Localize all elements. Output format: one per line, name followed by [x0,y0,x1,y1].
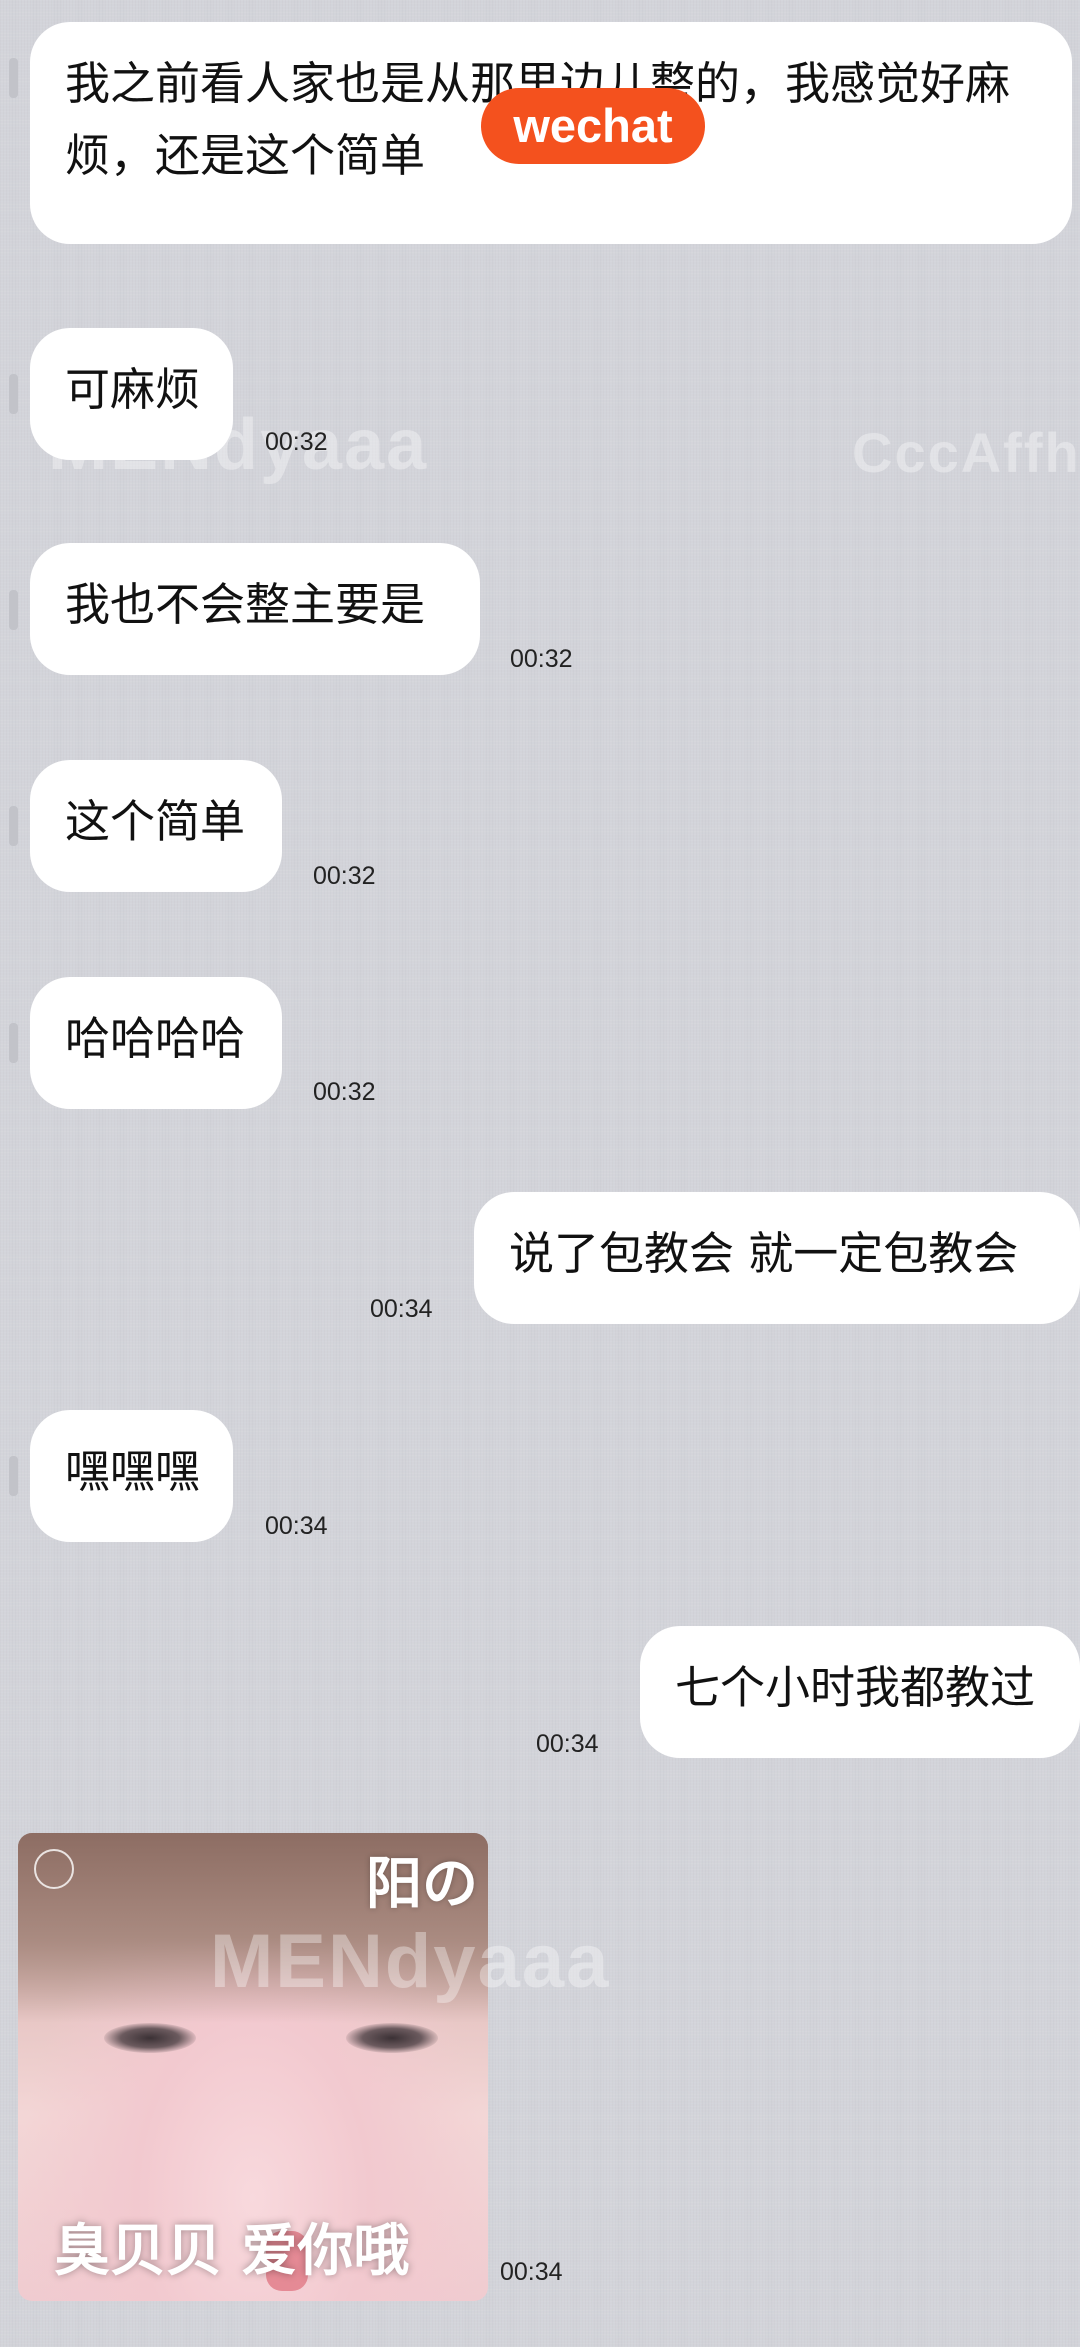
message-timestamp: 00:34 [370,1295,433,1323]
wechat-badge: wechat [481,88,705,164]
avatar-tab [9,806,18,846]
avatar-tab [9,1023,18,1063]
message-timestamp: 00:34 [536,1730,599,1758]
message-text: 这个简单 [65,795,246,848]
message-timestamp: 00:34 [500,2258,563,2286]
message-bubble-received[interactable]: 嘿嘿嘿 [30,1410,233,1542]
message-text: 嘿嘿嘿 [65,1445,201,1498]
avatar-tab [9,374,18,414]
avatar-tab [9,58,18,98]
watermark-text: CccAffhg [852,421,1080,484]
message-text: 说了包教会 就一定包教会 [509,1227,1019,1280]
message-timestamp: 00:32 [510,645,573,673]
message-text: 哈哈哈哈 [65,1012,246,1065]
sticker-caption: 臭贝贝 爱你哦 [54,2219,410,2284]
message-bubble-received[interactable]: 这个简单 [30,760,282,892]
message-text: 七个小时我都教过 [675,1661,1036,1714]
message-timestamp: 00:32 [313,862,376,890]
message-text: 我也不会整主要是 [65,578,426,631]
message-timestamp: 00:34 [265,1512,328,1540]
sticker-logo-icon [34,1849,74,1889]
sticker-title: 阳の [366,1852,478,1917]
message-bubble-received[interactable]: 哈哈哈哈 [30,977,282,1109]
message-timestamp: 00:32 [313,1078,376,1106]
message-bubble-received[interactable]: 可麻烦 [30,328,233,460]
avatar-tab [9,1456,18,1496]
message-timestamp: 00:32 [265,428,328,456]
sticker-left-eye [104,2023,196,2053]
message-bubble-sent[interactable]: 说了包教会 就一定包教会 [474,1192,1080,1324]
message-bubble-sent[interactable]: 七个小时我都教过 [640,1626,1080,1758]
avatar-tab [9,590,18,630]
sticker-image[interactable]: 阳の 臭贝贝 爱你哦 [18,1833,488,2301]
sticker-right-eye [346,2023,438,2053]
message-bubble-received[interactable]: 我也不会整主要是 [30,543,480,675]
message-text: 可麻烦 [65,363,201,416]
